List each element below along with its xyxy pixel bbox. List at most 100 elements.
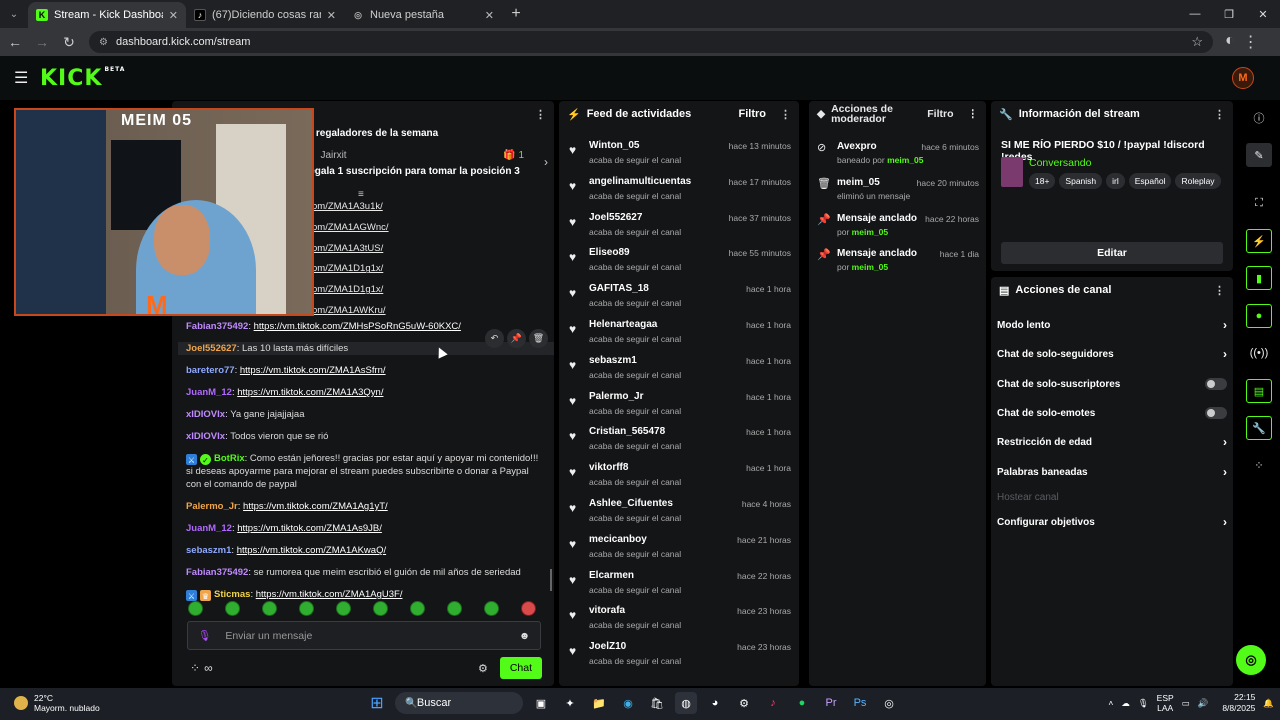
feed-filter-button[interactable]: Filtro — [739, 108, 767, 120]
stream-preview-video[interactable]: MEIM 05 M — [14, 108, 314, 316]
feed-username[interactable]: Ashlee_Cifuentes — [589, 498, 673, 509]
site-info-icon[interactable]: ⚙ — [99, 37, 108, 48]
chat-icon[interactable]: ● — [1246, 304, 1272, 328]
chat-message[interactable]: ⚔ ♛ Sticmas: https://vm.tiktok.com/ZMA1AgU… — [186, 588, 546, 601]
obs-icon[interactable]: ◎ — [878, 692, 900, 714]
feed-item[interactable]: ♥ vitorafa acaba de seguir el canal hace 23… — [569, 602, 791, 632]
language-indicator[interactable]: ESP LAA — [1157, 693, 1174, 713]
volume-icon[interactable]: 🔊 — [1198, 698, 1209, 709]
feed-item[interactable]: ♥ mecicanboy acaba de seguir el canal hace … — [569, 531, 791, 561]
tab-new[interactable]: ◎ Nueva pestaña ✕ — [344, 2, 502, 28]
feed-username[interactable]: Eliseo89 — [589, 247, 630, 258]
feed-item[interactable]: ♥ GAFITAS_18 acaba de seguir el canal hace … — [569, 280, 791, 310]
chat-link[interactable]: https://vm.tiktok.com/ZMA1AgU3F/ — [256, 589, 403, 600]
edit-icon[interactable]: ✎ — [1246, 143, 1272, 167]
photoshop-icon[interactable]: Ps — [849, 692, 871, 714]
feed-item[interactable]: ♥ Winton_05 acaba de seguir el canal hace 1… — [569, 137, 791, 167]
chat-scrollbar[interactable] — [550, 569, 552, 591]
feed-username[interactable]: Joel552627 — [589, 212, 642, 223]
feed-item[interactable]: ♥ sebaszm1 acaba de seguir el canal hace 1 … — [569, 352, 791, 382]
edge-icon[interactable]: ◉ — [617, 692, 639, 714]
restore-icon[interactable]: ❐ — [1212, 0, 1246, 28]
chevron-right-icon[interactable]: › — [1223, 435, 1227, 449]
feed-username[interactable]: vitorafa — [589, 605, 625, 616]
chevron-right-icon[interactable]: › — [544, 155, 548, 169]
emote-icon[interactable] — [447, 601, 462, 616]
feed-username[interactable]: Helenarteagaa — [589, 319, 657, 330]
feed-item[interactable]: ♥ viktorff8 acaba de seguir el canal hace 1… — [569, 459, 791, 489]
chat-message[interactable]: JuanM_12: https://vm.tiktok.com/ZMA1As9J… — [186, 522, 546, 535]
emote-icon[interactable] — [336, 601, 351, 616]
notifications-icon[interactable]: 🔔 — [1263, 698, 1274, 709]
category-name[interactable]: Conversando — [1029, 157, 1091, 169]
emoji-icon[interactable]: ☻ — [519, 630, 530, 642]
reload-icon[interactable]: ↻ — [57, 34, 81, 51]
actions-options-icon[interactable]: ⋮ — [1214, 284, 1225, 297]
chat-link[interactable]: om/ZMA1D1g1x/ — [312, 259, 389, 280]
tab-kick-dashboard[interactable]: K Stream - Kick Dashboard ✕ — [28, 2, 186, 28]
chat-link[interactable]: https://vm.tiktok.com/ZMA1A3Qyn/ — [237, 387, 383, 398]
channel-action-row[interactable]: Chat de solo-emotes — [997, 403, 1227, 423]
delete-icon[interactable]: 🗑 — [529, 329, 548, 348]
chat-username[interactable]: xIDIOVIx — [186, 431, 225, 442]
mod-action-title[interactable]: Mensaje anclado — [837, 213, 917, 224]
chat-message[interactable]: ⚔ ✓ BotRix: Como están jeñores!! gracias p… — [186, 452, 546, 491]
menu-icon[interactable]: ☰ — [14, 68, 28, 88]
chat-settings-icon[interactable]: ⚙ — [478, 662, 488, 675]
chat-input[interactable]: 🎙 Enviar un mensaje ☻ — [187, 621, 541, 650]
mic-tray-icon[interactable]: 🎙 — [1138, 698, 1149, 709]
microphone-icon[interactable]: 🎙 — [198, 629, 211, 642]
toggle-switch[interactable] — [1205, 407, 1227, 419]
kick-logo[interactable]: KICK BETA — [40, 66, 125, 91]
chat-message[interactable]: baretero77: https://vm.tiktok.com/ZMA1As… — [186, 364, 546, 377]
channel-action-row[interactable]: Chat de solo-seguidores › — [997, 344, 1227, 364]
chat-link[interactable]: om/ZMA1AGWnc/ — [312, 218, 389, 239]
url-field[interactable]: ⚙ dashboard.kick.com/stream ☆ — [89, 31, 1213, 53]
feed-item[interactable]: ♥ Palermo_Jr acaba de seguir el canal hace … — [569, 388, 791, 418]
feed-username[interactable]: mecicanboy — [589, 534, 647, 545]
start-icon[interactable]: ⊞ — [366, 692, 388, 714]
info-options-icon[interactable]: ⋮ — [1214, 108, 1225, 121]
file-explorer-icon[interactable]: 📁 — [588, 692, 610, 714]
chat-link[interactable]: om/ZMA1A3u1k/ — [312, 197, 389, 218]
chat-username[interactable]: Joel552627 — [186, 343, 237, 354]
chat-send-button[interactable]: Chat — [499, 657, 542, 679]
chat-username[interactable]: Fabian375492 — [186, 567, 248, 578]
chat-username[interactable]: Fabian375492 — [186, 321, 248, 332]
chat-link[interactable]: https://vm.tiktok.com/ZMA1AKwaQ/ — [237, 545, 386, 556]
reply-icon[interactable]: ↶ — [485, 329, 504, 348]
feed-item[interactable]: ♥ Eliseo89 acaba de seguir el canal hace 55… — [569, 244, 791, 274]
chat-link[interactable]: om/ZMA1D1g1x/ — [312, 280, 389, 301]
mod-filter-button[interactable]: Filtro — [927, 109, 953, 120]
chat-username[interactable]: Palermo_Jr — [186, 501, 238, 512]
mod-options-icon[interactable]: ⋮ — [968, 109, 979, 120]
discord-icon[interactable]: ◕ — [704, 692, 726, 714]
chat-username[interactable]: JuanM_12 — [186, 523, 232, 534]
chat-message[interactable]: xIDIOVIx: Ya gane jajajjajaa — [186, 408, 546, 421]
tiktok-icon[interactable]: ♪ — [762, 692, 784, 714]
emote-icon[interactable] — [262, 601, 277, 616]
close-tab-icon[interactable]: ✕ — [485, 9, 494, 22]
taskbar-search[interactable]: 🔍 Buscar — [395, 692, 523, 714]
chevron-right-icon[interactable]: › — [1223, 515, 1227, 529]
chat-link[interactable]: om/ZMA1A3tUS/ — [312, 239, 389, 260]
layout-icon[interactable]: ▤ — [1246, 379, 1272, 403]
chat-message[interactable]: sebaszm1: https://vm.tiktok.com/ZMA1AKwa… — [186, 544, 546, 557]
chat-link[interactable]: https://vm.tiktok.com/ZMA1AsSfrn/ — [240, 365, 386, 376]
tab-search-icon[interactable]: ⌄ — [0, 0, 28, 28]
feed-username[interactable]: Winton_05 — [589, 140, 639, 151]
feed-username[interactable]: sebaszm1 — [589, 355, 637, 366]
emote-icon[interactable] — [410, 601, 425, 616]
help-button[interactable]: ◎ — [1236, 645, 1266, 675]
mod-action-item[interactable]: 🗑 meim_05 eliminó un mensaje hace 20 minut… — [817, 174, 979, 204]
chrome-icon[interactable]: ◍ — [675, 692, 697, 714]
emote-icon[interactable] — [188, 601, 203, 616]
mod-action-item[interactable]: ⊘ Avexpro baneado por meim_05 hace 6 minuto… — [817, 138, 979, 168]
mod-action-item[interactable]: 📌 Mensaje anclado por meim_05 hace 1 dia — [817, 245, 979, 275]
more-apps-icon[interactable]: ⁘ — [1246, 453, 1272, 477]
premiere-icon[interactable]: Pr — [820, 692, 842, 714]
feed-username[interactable]: Elcarmen — [589, 570, 634, 581]
user-avatar[interactable]: M — [1232, 67, 1254, 89]
minimize-icon[interactable]: — — [1178, 0, 1212, 28]
mod-action-title[interactable]: Mensaje anclado — [837, 248, 917, 259]
